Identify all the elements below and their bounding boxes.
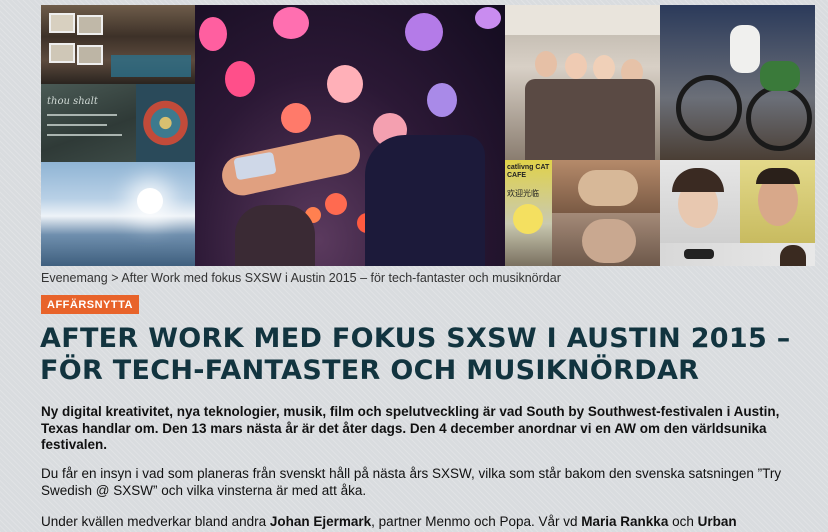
- welcome-sign-text: 欢迎光临: [507, 189, 539, 198]
- article-paragraph-1: Du får en insyn i vad som planeras från …: [41, 466, 782, 498]
- speaker-name-johan-ejermark: Johan Ejermark: [269, 514, 372, 529]
- photo-cat-closeup: [552, 213, 660, 266]
- photo-sunset-beach: [41, 162, 195, 266]
- photo-bicycle-dog: [660, 5, 815, 160]
- photo-lantern-festival: [195, 5, 505, 266]
- paragraph-2-text-a: Under kvällen medverkar bland andra: [41, 514, 270, 529]
- cat-cafe-sign-text: catlivng CAT CAFE: [507, 164, 550, 179]
- breadcrumb-current-page: After Work med fokus SXSW i Austin 2015 …: [121, 271, 561, 285]
- photo-group-of-friends: [505, 5, 660, 160]
- photo-mandala-art: [136, 84, 195, 162]
- article-lead: Ny digital kreativitet, nya teknologier,…: [41, 404, 780, 452]
- photo-woman-portrait: [660, 160, 740, 243]
- speaker-name-urban: Urban: [697, 514, 737, 529]
- category-tag[interactable]: AFFÄRSNYTTA: [41, 295, 139, 314]
- photo-strip-bottom: [660, 243, 815, 266]
- photo-man-portrait: [740, 160, 815, 243]
- breadcrumb: Evenemang > After Work med fokus SXSW i …: [41, 271, 561, 285]
- paragraph-2-text-c: och: [668, 514, 698, 529]
- hero-photo-collage: thou shalt catlivng CAT CAFE 欢迎光临: [41, 5, 815, 266]
- photo-bar-storefront: [41, 5, 195, 84]
- article-paragraph-2: Under kvällen medverkar bland andra Joha…: [41, 514, 819, 531]
- photo-chalkboard: thou shalt: [41, 84, 136, 162]
- paragraph-2-text-b: , partner Menmo och Popa. Vår vd: [371, 514, 582, 529]
- breadcrumb-link-evenemang[interactable]: Evenemang: [41, 271, 108, 285]
- photo-cat-cafe-sign: catlivng CAT CAFE 欢迎光临: [505, 160, 552, 266]
- photo-cat-in-bag: [552, 160, 660, 213]
- breadcrumb-separator: >: [111, 271, 119, 285]
- article-headline: AFTER WORK MED FOKUS SXSW I AUSTIN 2015 …: [40, 323, 791, 386]
- chalkboard-text: thou shalt: [47, 96, 98, 107]
- speaker-name-maria-rankka: Maria Rankka: [581, 514, 669, 529]
